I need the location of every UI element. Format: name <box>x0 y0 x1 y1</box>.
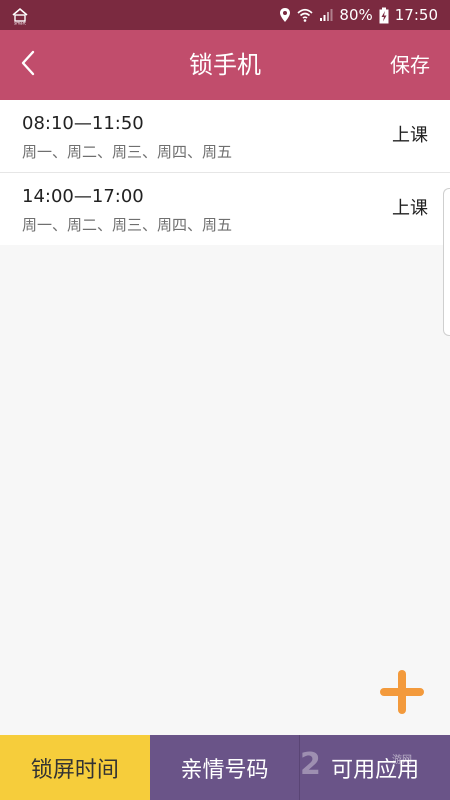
signal-icon <box>319 8 333 22</box>
weekdays: 周一、周二、周三、周四、周五 <box>22 216 233 234</box>
location-icon <box>279 7 291 23</box>
mode-label: 上课 <box>392 125 428 146</box>
battery-percent: 80% <box>339 6 373 24</box>
status-bar: smart 80% 17:50 <box>0 0 450 30</box>
back-chevron-icon <box>20 50 36 80</box>
edge-panel-handle[interactable] <box>443 188 450 336</box>
tab-lock-screen-time[interactable]: 锁屏时间 <box>0 735 150 800</box>
back-button[interactable] <box>6 40 50 90</box>
schedule-list: 08:10—11:50 周一、周二、周三、周四、周五 上课 14:00—17:0… <box>0 100 450 245</box>
app-bar: 锁手机 保存 <box>0 30 450 100</box>
battery-charging-icon <box>379 7 389 24</box>
svg-text:smart: smart <box>14 21 26 26</box>
tab-label: 亲情号码 <box>180 757 269 783</box>
time-range: 14:00—17:00 <box>22 186 144 207</box>
clock: 17:50 <box>394 6 438 24</box>
mode-label: 上课 <box>392 198 428 219</box>
weekdays: 周一、周二、周三、周四、周五 <box>22 143 233 161</box>
time-range: 08:10—11:50 <box>22 113 144 134</box>
wifi-icon <box>297 7 313 23</box>
schedule-item[interactable]: 08:10—11:50 周一、周二、周三、周四、周五 上课 <box>0 100 450 173</box>
page-title: 锁手机 <box>189 51 261 79</box>
tab-label: 可用应用 <box>331 757 420 783</box>
tab-allowed-apps[interactable]: 可用应用 <box>299 735 450 800</box>
add-schedule-button[interactable] <box>378 668 426 716</box>
plus-icon <box>378 670 426 720</box>
tab-family-numbers[interactable]: 亲情号码 <box>149 735 300 800</box>
schedule-item[interactable]: 14:00—17:00 周一、周二、周三、周四、周五 上课 <box>0 173 450 245</box>
save-button[interactable]: 保存 <box>390 30 430 100</box>
smart-home-icon: smart <box>10 5 30 26</box>
bottom-tab-bar: 锁屏时间 亲情号码 可用应用 <box>0 735 450 800</box>
tab-label: 锁屏时间 <box>30 757 119 783</box>
